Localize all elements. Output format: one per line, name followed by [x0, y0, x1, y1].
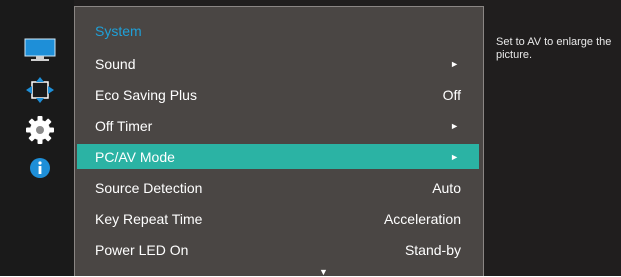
menu-item-key-repeat-time[interactable]: Key Repeat Time Acceleration — [77, 206, 479, 231]
menu-item-value: Off — [442, 86, 461, 103]
menu-item-value: Acceleration — [383, 210, 461, 227]
menu-item-label: Power LED On — [95, 241, 189, 258]
menu-item-sound[interactable]: Sound ► — [77, 51, 479, 76]
gear-icon[interactable] — [22, 116, 58, 144]
menu-item-power-led-on[interactable]: Power LED On Stand-by — [77, 237, 479, 262]
chevron-right-icon: ► — [450, 151, 459, 162]
menu-item-label: PC/AV Mode — [95, 148, 175, 165]
menu-item-label: Sound — [95, 55, 136, 72]
menu-title: System — [95, 23, 142, 39]
menu-item-off-timer[interactable]: Off Timer ► — [77, 113, 479, 138]
chevron-right-icon: ► — [450, 58, 459, 69]
menu-item-value: Stand-by — [404, 241, 461, 258]
menu-item-label: Off Timer — [95, 117, 153, 134]
system-menu-panel: System Sound ► Eco Saving Plus Off Off T… — [74, 6, 484, 277]
category-sidebar — [0, 0, 74, 276]
menu-item-value: Auto — [432, 179, 461, 196]
menu-item-label: Key Repeat Time — [95, 210, 203, 227]
menu-item-source-detection[interactable]: Source Detection Auto — [77, 175, 479, 200]
help-panel: Set to AV to enlarge the picture. — [484, 6, 621, 276]
menu-item-pc-av-mode[interactable]: PC/AV Mode ► — [77, 144, 479, 169]
menu-item-label: Source Detection — [95, 179, 203, 196]
help-text: Set to AV to enlarge the picture. — [496, 36, 612, 61]
chevron-right-icon: ► — [450, 120, 459, 131]
menu-item-eco-saving-plus[interactable]: Eco Saving Plus Off — [77, 82, 479, 107]
osd-window: System Sound ► Eco Saving Plus Off Off T… — [0, 0, 621, 277]
picture-icon[interactable] — [22, 36, 58, 64]
position-icon[interactable] — [22, 76, 58, 104]
info-icon[interactable] — [22, 154, 58, 182]
menu-item-label: Eco Saving Plus — [95, 86, 197, 103]
